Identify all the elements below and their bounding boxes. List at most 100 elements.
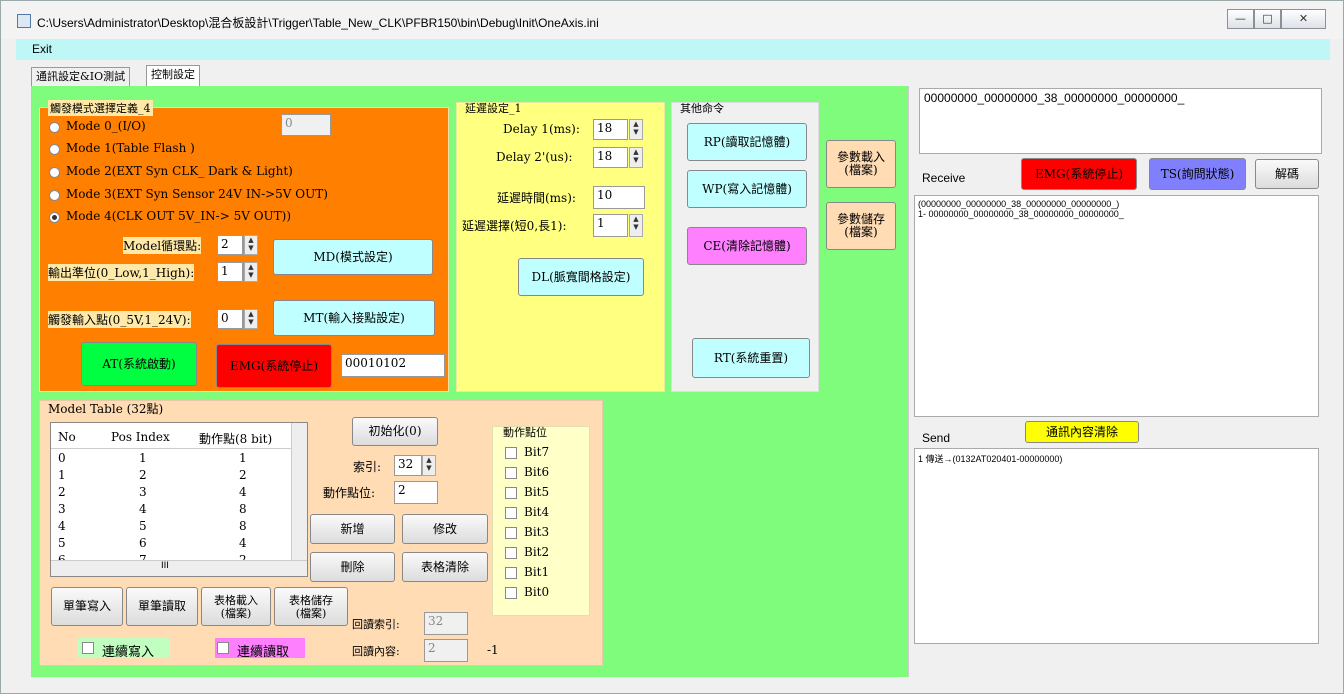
hscroll-thumb[interactable]: III — [161, 561, 169, 571]
param-save-button[interactable]: 參數儲存 (檔案) — [826, 202, 896, 250]
col-header-action[interactable]: 動作點(8 bit) — [199, 430, 272, 447]
single-write-button[interactable]: 單筆寫入 — [51, 587, 123, 626]
cont-read-checkbox[interactable] — [217, 642, 229, 654]
comm-clear-button[interactable]: 通訊內容清除 — [1025, 421, 1139, 443]
delay2-spinner[interactable]: ▲ ▼ — [629, 147, 643, 168]
minimize-button[interactable]: — — [1227, 9, 1254, 29]
delay1-spinner[interactable]: ▲ ▼ — [629, 119, 643, 140]
mode0-radio[interactable] — [49, 122, 60, 133]
edit-button[interactable]: 修改 — [402, 514, 488, 544]
table-hscrollbar[interactable]: III — [51, 560, 307, 576]
cont-write-checkbox[interactable] — [82, 642, 94, 654]
table-row[interactable]: 2 3 4 — [51, 484, 291, 501]
bit-label: Bit6 — [524, 465, 550, 479]
table-cell: 8 — [239, 502, 247, 516]
bit-checkbox[interactable] — [505, 447, 517, 459]
ts-button[interactable]: TS(詢問狀態) — [1149, 158, 1246, 190]
bit-checkbox[interactable] — [505, 587, 517, 599]
bit-label: Bit0 — [524, 585, 550, 599]
wp-button[interactable]: WP(寫入記憶體) — [687, 170, 807, 208]
loop-label: Model循環點: — [123, 237, 202, 254]
ce-button[interactable]: CE(清除記憶體) — [687, 227, 807, 265]
in-point-spinner[interactable]: ▲ ▼ — [244, 309, 258, 329]
bit-label: Bit2 — [524, 545, 550, 559]
table-vscrollbar[interactable] — [291, 423, 307, 562]
rp-button[interactable]: RP(讀取記憶體) — [687, 123, 807, 161]
model-table-grid[interactable]: No Pos Index 動作點(8 bit) 0 1 1 1 2 2 2 3 4 3 4 8 4 5 8 5… — [50, 422, 308, 577]
mode2-radio[interactable] — [49, 167, 60, 178]
loop-input[interactable]: 2 — [217, 235, 243, 255]
index-spinner[interactable]: ▲ ▼ — [422, 455, 436, 476]
index-input[interactable]: 32 — [394, 455, 422, 476]
delete-button[interactable]: 刪除 — [310, 552, 395, 582]
action-point-input[interactable]: 2 — [394, 481, 438, 504]
table-row[interactable]: 5 6 4 — [51, 535, 291, 552]
mode0-label: Mode 0_(I/O) — [66, 119, 146, 133]
loop-spinner[interactable]: ▲ ▼ — [244, 235, 258, 255]
table-cell: 4 — [58, 519, 66, 533]
table-row[interactable]: 0 1 1 — [51, 450, 291, 467]
table-save-button[interactable]: 表格儲存 (檔案) — [274, 587, 348, 626]
bit-checkbox[interactable] — [505, 527, 517, 539]
readback-extra: -1 — [487, 643, 499, 657]
mode3-label: Mode 3(EXT Syn Sensor 24V IN->5V OUT) — [66, 187, 328, 201]
mode1-label: Mode 1(Table Flash ) — [66, 141, 195, 155]
bit-checkbox[interactable] — [505, 567, 517, 579]
top-value-box[interactable]: 00000000_00000000_38_00000000_00000000_ — [919, 88, 1322, 154]
rt-button[interactable]: RT(系統重置) — [692, 338, 810, 378]
mode1-radio[interactable] — [49, 144, 60, 155]
table-row[interactable]: 1 2 2 — [51, 467, 291, 484]
mode4-radio[interactable] — [49, 212, 60, 223]
add-button[interactable]: 新增 — [310, 514, 395, 544]
mt-button[interactable]: MT(輸入接點設定) — [273, 300, 435, 336]
single-read-button[interactable]: 單筆讀取 — [126, 587, 198, 626]
bits-group: 動作點位 Bit7 Bit6 Bit5 Bit4 Bit3 Bit2 Bit1 Bit0 — [492, 426, 590, 616]
out-level-input[interactable]: 1 — [217, 262, 243, 282]
table-row[interactable]: 4 5 8 — [51, 518, 291, 535]
emg-button[interactable]: EMG(系統停止) — [216, 344, 332, 388]
table-clear-button[interactable]: 表格清除 — [402, 552, 488, 582]
tab-comm-io[interactable]: 通訊設定&IO測試 — [31, 67, 131, 87]
send-box[interactable]: 1 傳送→(0132AT020401-00000000) — [914, 448, 1319, 644]
table-cell: 0 — [58, 451, 66, 465]
bit-label: Bit4 — [524, 505, 550, 519]
bit-checkbox[interactable] — [505, 507, 517, 519]
table-cell: 8 — [239, 519, 247, 533]
bit-checkbox[interactable] — [505, 547, 517, 559]
init-button[interactable]: 初始化(0) — [352, 417, 438, 446]
table-load-button[interactable]: 表格載入 (檔案) — [201, 587, 271, 626]
mode4-label: Mode 4(CLK OUT 5V_IN-> 5V OUT)) — [66, 209, 292, 223]
receive-emg-button[interactable]: EMG(系統停止) — [1021, 158, 1137, 190]
dl-button[interactable]: DL(脈寬間格設定) — [518, 258, 644, 296]
receive-box[interactable]: (00000000_00000000_38_00000000_00000000_… — [914, 195, 1319, 417]
table-cell: 3 — [139, 485, 147, 499]
delay2-input[interactable]: 18 — [593, 147, 628, 168]
model-table-title: Model Table (32點) — [48, 402, 164, 416]
at-button[interactable]: AT(系統啟動) — [81, 342, 197, 386]
delay1-input[interactable]: 18 — [593, 119, 628, 140]
delay-select-input[interactable]: 1 — [593, 214, 628, 237]
bit-checkbox[interactable] — [505, 487, 517, 499]
param-load-button[interactable]: 參數載入 (檔案) — [826, 140, 896, 188]
col-header-no[interactable]: No — [58, 430, 76, 444]
out-level-spinner[interactable]: ▲ ▼ — [244, 262, 258, 282]
delay-time-input[interactable]: 10 — [593, 186, 645, 209]
bit-checkbox[interactable] — [505, 467, 517, 479]
mode3-radio[interactable] — [49, 190, 60, 201]
table-cell: 6 — [139, 536, 147, 550]
decode-button[interactable]: 解碼 — [1255, 159, 1319, 189]
delay2-label: Delay 2'(us): — [496, 150, 573, 164]
app-icon — [17, 14, 31, 28]
action-point-label: 動作點位: — [323, 486, 376, 500]
in-point-input[interactable]: 0 — [217, 309, 243, 329]
md-button[interactable]: MD(模式設定) — [273, 239, 433, 275]
tab-control[interactable]: 控制設定 — [146, 65, 200, 88]
menu-exit[interactable]: Exit — [32, 42, 52, 56]
col-header-pos[interactable]: Pos Index — [111, 430, 170, 444]
table-row[interactable]: 3 4 8 — [51, 501, 291, 518]
maximize-button[interactable]: □ — [1254, 9, 1281, 29]
delay-select-spinner[interactable]: ▲ ▼ — [629, 214, 643, 237]
readback-content-label: 回讀內容: — [352, 645, 400, 658]
close-button[interactable]: ✕ — [1281, 9, 1326, 29]
code-input[interactable]: 00010102 — [341, 354, 445, 377]
